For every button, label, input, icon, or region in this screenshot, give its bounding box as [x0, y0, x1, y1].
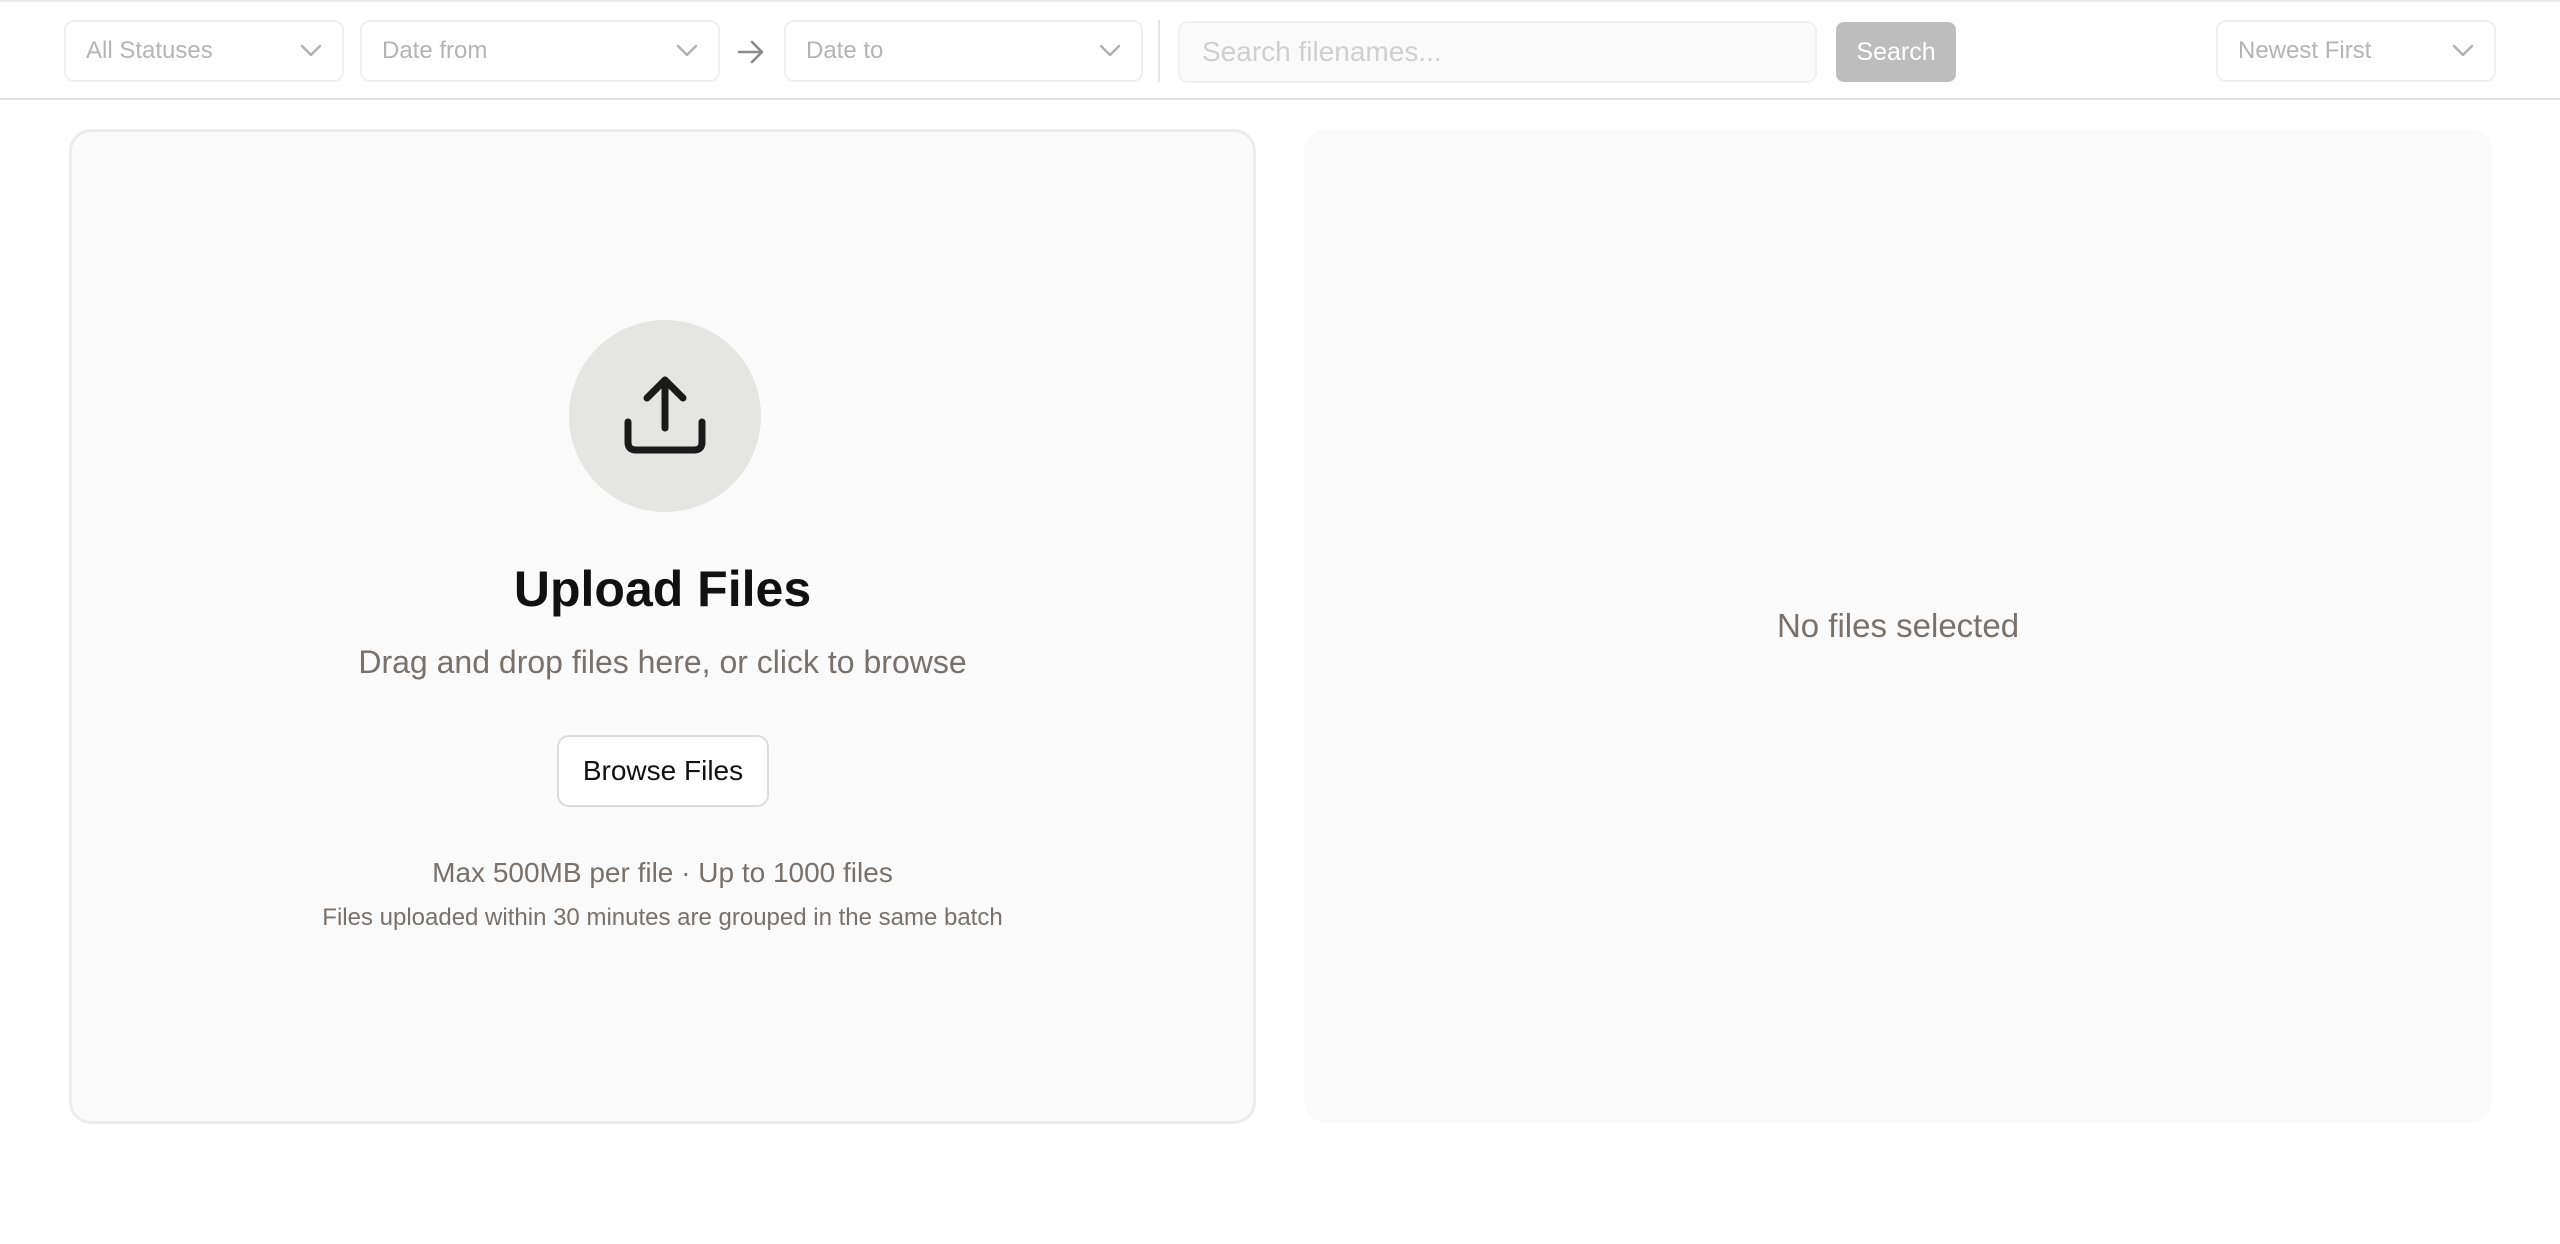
status-filter-select[interactable]: All Statuses	[64, 20, 344, 82]
search-input[interactable]	[1178, 21, 1817, 83]
upload-title: Upload Files	[513, 561, 812, 617]
upload-icon	[624, 376, 706, 454]
date-from-label: Date from	[382, 37, 488, 64]
upload-icon-circle	[569, 320, 761, 512]
toolbar-divider	[1158, 20, 1160, 82]
chevron-down-icon	[676, 44, 698, 57]
upload-subtitle: Drag and drop files here, or click to br…	[358, 644, 967, 680]
chevron-down-icon	[2452, 44, 2474, 57]
date-from-select[interactable]: Date from	[360, 20, 720, 82]
batch-note: Files uploaded within 30 minutes are gro…	[322, 904, 1003, 931]
date-to-select[interactable]: Date to	[784, 20, 1143, 82]
arrow-right-icon	[737, 40, 764, 64]
upload-dropzone[interactable]: Upload Files Drag and drop files here, o…	[69, 129, 1256, 1124]
chevron-down-icon	[1099, 44, 1121, 57]
no-files-message: No files selected	[1776, 607, 2020, 644]
browse-files-button[interactable]: Browse Files	[557, 735, 769, 807]
sort-select[interactable]: Newest First	[2216, 20, 2496, 82]
upload-limits: Max 500MB per file · Up to 1000 files	[432, 857, 893, 888]
chevron-down-icon	[300, 44, 322, 57]
selected-files-panel: No files selected	[1304, 129, 2492, 1123]
filter-toolbar: All Statuses Date from Date to Search Ne…	[0, 0, 2560, 100]
status-filter-label: All Statuses	[86, 37, 213, 64]
sort-label: Newest First	[2238, 37, 2372, 64]
date-to-label: Date to	[806, 37, 884, 64]
search-button[interactable]: Search	[1836, 22, 1956, 82]
